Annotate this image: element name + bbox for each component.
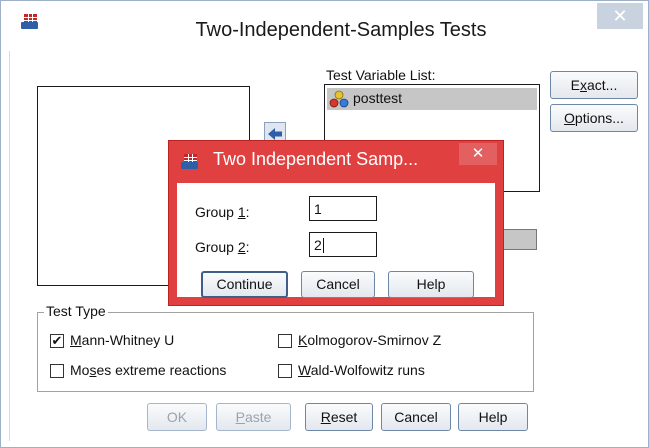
exact-button[interactable]: Exact... <box>550 71 638 99</box>
group1-value: 1 <box>314 201 322 217</box>
moses-extreme-label[interactable]: Moses extreme reactions <box>70 362 226 378</box>
text-caret <box>322 238 324 253</box>
ok-button-label: OK <box>166 409 188 425</box>
define-groups-help-button[interactable]: Help <box>388 271 474 298</box>
paste-button-label: Paste <box>235 409 272 425</box>
close-icon: ✕ <box>471 145 485 162</box>
arrow-left-icon <box>268 128 282 140</box>
check-icon: ✔ <box>51 333 63 348</box>
spss-app-icon <box>21 13 39 29</box>
group2-value: 2 <box>314 237 322 253</box>
define-groups-cancel-label: Cancel <box>316 276 360 292</box>
wald-wolfowitz-label[interactable]: Wald-Wolfowitz runs <box>298 362 425 378</box>
test-type-label: Test Type <box>44 303 108 319</box>
group1-input[interactable]: 1 <box>309 196 377 221</box>
group2-input[interactable]: 2 <box>309 232 377 257</box>
define-groups-title: Two Independent Samp... <box>213 149 419 169</box>
continue-button[interactable]: Continue <box>201 271 288 298</box>
scale-variable-icon <box>329 90 349 108</box>
define-groups-help-label: Help <box>416 276 446 292</box>
mann-whitney-label[interactable]: Mann-Whitney U <box>70 332 174 348</box>
options-button[interactable]: Options... <box>550 104 638 132</box>
ok-button[interactable]: OK <box>147 403 207 431</box>
kolmogorov-smirnov-label[interactable]: Kolmogorov-Smirnov Z <box>298 332 441 348</box>
group2-label: Group 2: <box>195 239 250 255</box>
test-type-group <box>37 312 534 392</box>
reset-button[interactable]: Reset <box>305 403 373 431</box>
moses-extreme-checkbox[interactable] <box>50 364 64 378</box>
define-groups-cancel-button[interactable]: Cancel <box>301 271 375 298</box>
group1-label: Group 1: <box>195 204 250 220</box>
continue-button-label: Continue <box>216 276 273 292</box>
paste-button[interactable]: Paste <box>216 403 291 431</box>
kolmogorov-smirnov-checkbox[interactable] <box>278 334 292 348</box>
test-variable-list-label: Test Variable List: <box>326 67 436 83</box>
cancel-button[interactable]: Cancel <box>381 403 451 431</box>
define-groups-close-button[interactable]: ✕ <box>459 143 497 165</box>
help-button[interactable]: Help <box>458 403 528 431</box>
wald-wolfowitz-checkbox[interactable] <box>278 364 292 378</box>
close-icon: ✕ <box>612 6 628 26</box>
options-button-label: Options... <box>564 110 624 126</box>
mann-whitney-checkbox[interactable]: ✔ <box>50 334 64 348</box>
list-item[interactable]: posttest <box>327 88 537 110</box>
exact-button-label: Exact... <box>570 77 618 93</box>
define-groups-client: Group 1: 1 Group 2: 2 Continue Cancel He… <box>177 183 495 298</box>
main-close-button[interactable]: ✕ <box>597 3 643 29</box>
main-title-bar[interactable]: Two-Independent-Samples Tests ✕ <box>1 1 648 51</box>
cancel-button-label: Cancel <box>394 409 438 425</box>
reset-button-label: Reset <box>320 409 358 425</box>
main-dialog-title: Two-Independent-Samples Tests <box>195 19 487 41</box>
spss-app-icon <box>181 153 199 169</box>
help-button-label: Help <box>478 409 508 425</box>
variable-label-posttest: posttest <box>353 90 403 106</box>
define-groups-dialog: Two Independent Samp... ✕ Group 1: 1 Gro… <box>168 140 504 306</box>
